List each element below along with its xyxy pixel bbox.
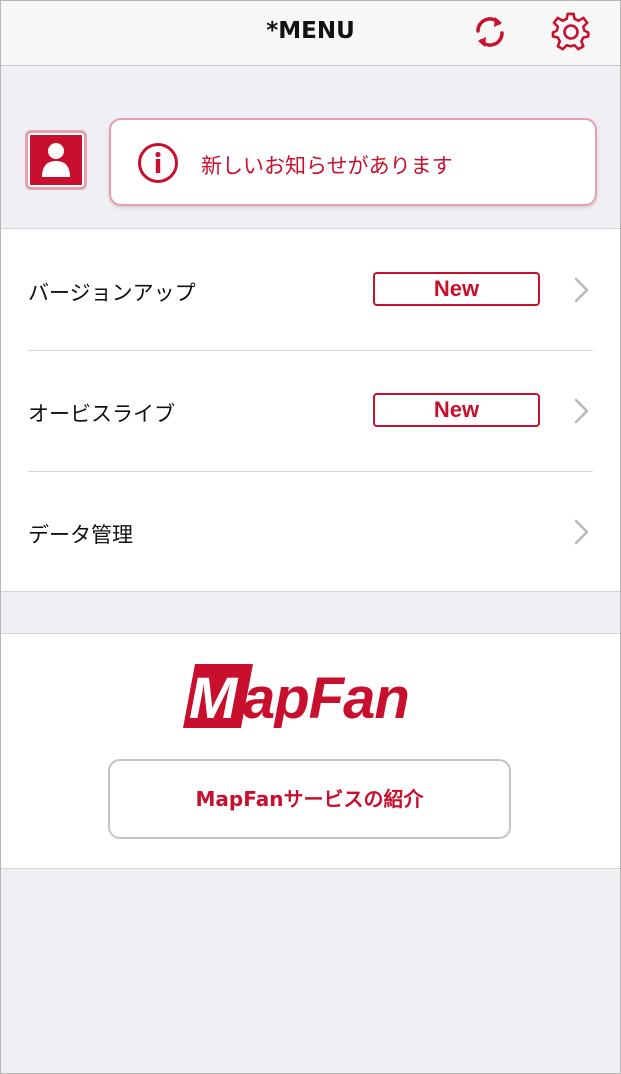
mapfan-service-button[interactable]: MapFanサービスの紹介 [108,759,511,839]
menu-item-version-up[interactable]: バージョンアップ New [0,229,621,350]
chevron-right-icon [574,398,589,424]
new-badge: New [373,272,540,306]
menu-item-label: オービスライブ [28,402,175,426]
user-icon [42,143,70,177]
page-title: *MENU [266,18,355,44]
chevron-right-icon [574,519,589,545]
logo-text: apFan [243,666,409,728]
notice-banner[interactable]: 新しいお知らせがあります [109,118,597,206]
nav-header: *MENU [0,0,621,66]
menu-list: バージョンアップ New オービスライブ New データ管理 [0,228,621,592]
menu-item-orbis-live[interactable]: オービスライブ New [0,350,621,471]
promo-section: M apFan MapFanサービスの紹介 [0,633,621,869]
notice-text: 新しいお知らせがあります [201,154,453,178]
gear-icon [551,12,590,51]
sync-icon [476,17,504,47]
menu-item-label: データ管理 [28,523,133,547]
svg-text:M: M [189,666,239,728]
info-icon [138,143,178,183]
new-badge: New [373,393,540,427]
sync-button[interactable] [470,12,510,52]
menu-item-data-management[interactable]: データ管理 [0,471,621,592]
chevron-right-icon [574,277,589,303]
account-button[interactable] [25,130,87,190]
mapfan-logo: M apFan [183,664,410,728]
settings-button[interactable] [551,12,591,52]
menu-item-label: バージョンアップ [28,281,196,305]
